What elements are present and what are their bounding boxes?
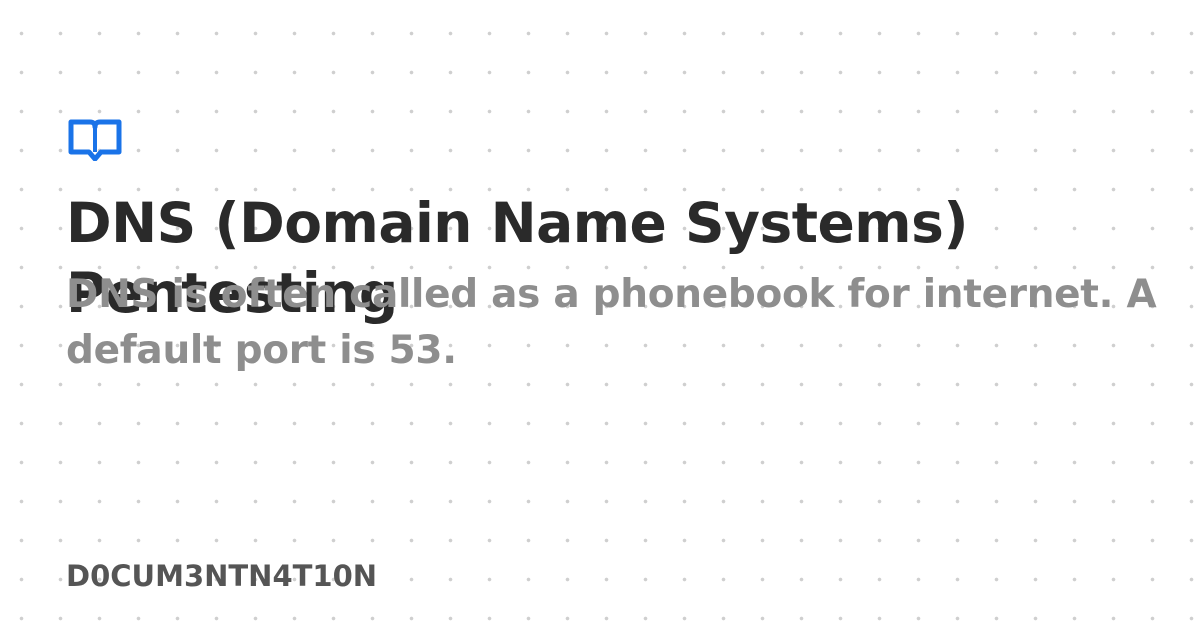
page-description: DNS is often called as a phonebook for i… — [66, 272, 1157, 373]
site-name: D0CUM3NTN4T10N — [66, 559, 378, 593]
open-book-icon — [68, 119, 122, 162]
social-preview-card: DNS (Domain Name Systems) Pentesting DNS… — [0, 0, 1200, 630]
